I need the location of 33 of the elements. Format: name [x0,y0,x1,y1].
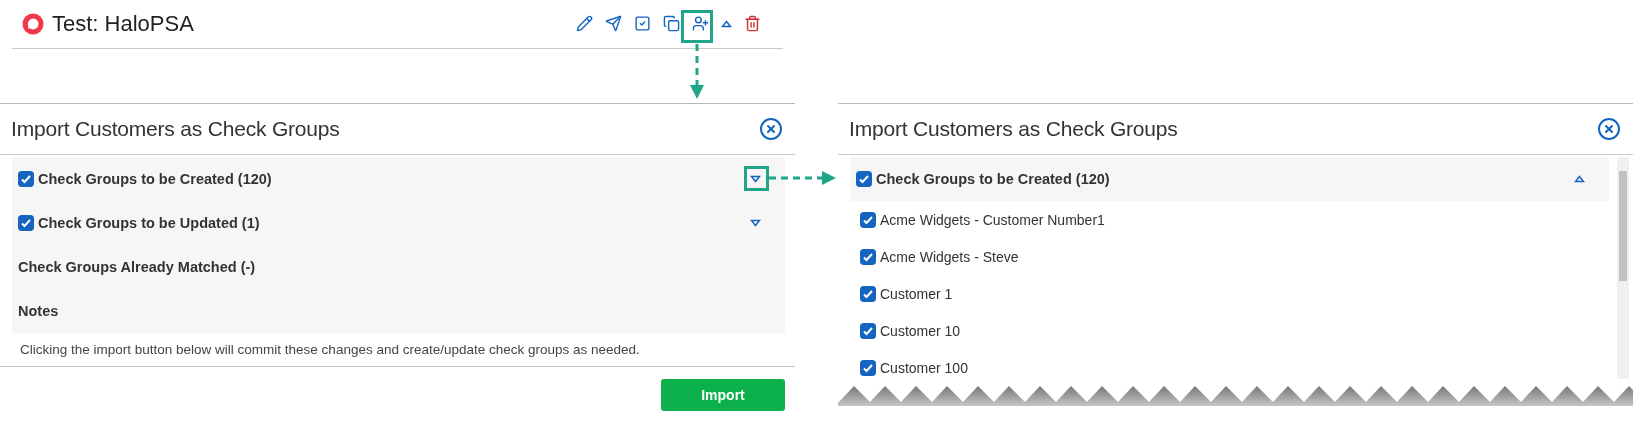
checkbox[interactable] [860,359,876,376]
checkbox[interactable] [860,322,876,339]
checkbox[interactable] [860,285,876,302]
customer-name: Customer 100 [880,359,968,376]
section-title: Check Groups to be Created (120) [876,171,1110,187]
checkbox[interactable] [18,214,34,231]
section-title: Check Groups to be Updated (1) [38,214,260,231]
caret-icon[interactable] [1572,173,1587,185]
customer-name: Customer 10 [880,322,961,339]
page-title: Test: HaloPSA [52,10,195,37]
import-button[interactable]: Import [661,378,785,411]
customer-name: Acme Widgets - Steve [880,248,1019,265]
checkbox[interactable] [856,171,872,187]
checkbox[interactable] [18,170,34,187]
notes-text: Clicking the import button below will commit these changes and create/update check groups as needed. [0,332,795,367]
checkbox[interactable] [860,211,876,228]
dialog-title: Import Customers as Check Groups [11,116,340,141]
caret-icon[interactable] [719,17,734,30]
customer-name: Customer 1 [880,285,953,302]
checkbox[interactable] [860,248,876,265]
arrow [769,170,837,186]
dialog-title: Import Customers as Check Groups [849,117,1178,141]
section-title: Check Groups Already Matched (-) [18,258,256,275]
scrollbar[interactable] [1617,157,1629,379]
close-icon[interactable] [1597,117,1621,141]
logo-icon [22,12,44,35]
section-title: Notes [18,302,59,319]
highlight-frame [681,10,713,43]
customer-name: Acme Widgets - Customer Number1 [880,211,1105,228]
arrow [689,44,705,100]
section-title: Check Groups to be Created (120) [38,170,272,187]
highlight-frame [744,166,769,191]
close-icon[interactable] [759,116,783,141]
